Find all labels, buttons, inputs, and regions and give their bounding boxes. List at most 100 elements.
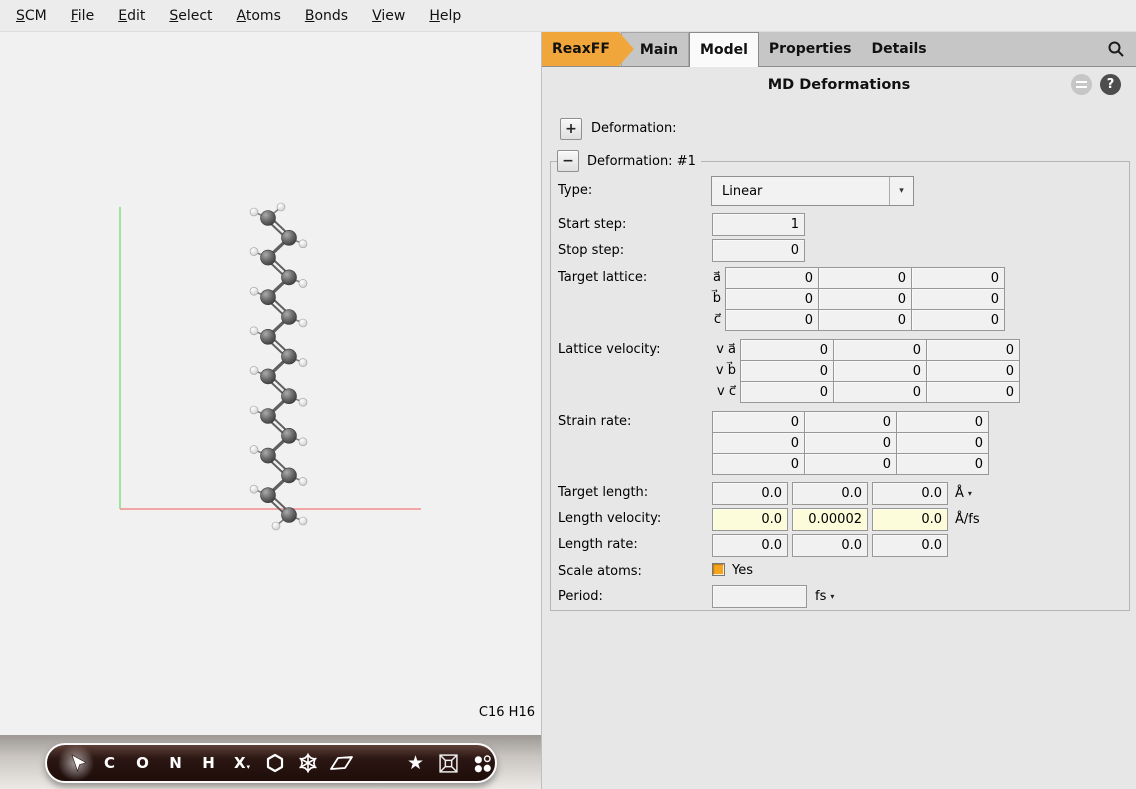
- tab-model[interactable]: Model: [689, 32, 759, 67]
- lattice-velocity-a1-input[interactable]: [740, 339, 834, 361]
- menu-select[interactable]: Select: [163, 6, 218, 26]
- target-length-label: Target length:: [558, 482, 648, 504]
- molecule-formula: C16 H16: [479, 705, 535, 720]
- help-button[interactable]: ?: [1100, 74, 1121, 95]
- crystal-tool[interactable]: [291, 748, 324, 778]
- deformation-group: − Deformation: #1 Type: Linear ▾ Start s…: [550, 161, 1130, 611]
- menu-scm[interactable]: SCM: [10, 6, 53, 26]
- period-unit-dropdown[interactable]: fs ▾: [815, 585, 834, 608]
- menu-file[interactable]: File: [65, 6, 100, 26]
- strain-rate-label: Strain rate:: [558, 411, 631, 433]
- target-lattice-b2-input[interactable]: [818, 288, 912, 310]
- panel-menu-button[interactable]: [1071, 74, 1092, 95]
- target-length-unit: Å: [955, 482, 964, 505]
- target-lattice-b1-input[interactable]: [725, 288, 819, 310]
- menu-view[interactable]: View: [366, 6, 411, 26]
- search-icon: [1107, 40, 1125, 58]
- lattice-velocity-c3-input[interactable]: [926, 381, 1020, 403]
- dropdown-arrow-icon: ▾: [968, 482, 972, 505]
- hexagon-icon: [264, 752, 286, 774]
- search-button[interactable]: [1095, 32, 1136, 66]
- vector-a-label: a⃗: [701, 267, 721, 289]
- lattice-velocity-b1-input[interactable]: [740, 360, 834, 382]
- period-unit: fs: [815, 585, 826, 608]
- strain-rate-31-input[interactable]: [712, 453, 805, 475]
- length-rate-3-input[interactable]: [872, 534, 948, 557]
- star-tool[interactable]: ★: [399, 748, 432, 778]
- target-lattice-c2-input[interactable]: [818, 309, 912, 331]
- length-rate-1-input[interactable]: [712, 534, 788, 557]
- lattice-velocity-b3-input[interactable]: [926, 360, 1020, 382]
- element-x-tool[interactable]: X▾: [225, 748, 258, 778]
- scale-atoms-checkbox[interactable]: [712, 563, 725, 576]
- app-window: SCM File Edit Select Atoms Bonds View He…: [0, 0, 1136, 789]
- group-legend: − Deformation: #1: [557, 150, 701, 172]
- velocity-b-label: v b⃗: [697, 360, 736, 382]
- add-deformation-label: Deformation:: [591, 118, 677, 140]
- cell-box-tool[interactable]: [432, 748, 465, 778]
- ring-tool[interactable]: [258, 748, 291, 778]
- molecule-viewport[interactable]: C16 H16: [0, 32, 541, 735]
- type-dropdown[interactable]: Linear ▾: [711, 176, 914, 206]
- target-length-unit-dropdown[interactable]: Å ▾: [955, 482, 972, 505]
- length-velocity-2-input[interactable]: [792, 508, 868, 531]
- length-velocity-1-input[interactable]: [712, 508, 788, 531]
- vector-b-label: b⃗: [701, 288, 721, 310]
- target-lattice-a3-input[interactable]: [911, 267, 1005, 289]
- snowflake-icon: [297, 752, 319, 774]
- length-velocity-label: Length velocity:: [558, 508, 661, 530]
- menu-bonds[interactable]: Bonds: [299, 6, 354, 26]
- target-lattice-c1-input[interactable]: [725, 309, 819, 331]
- target-length-2-input[interactable]: [792, 482, 868, 505]
- target-length-1-input[interactable]: [712, 482, 788, 505]
- collapse-deformation-button[interactable]: −: [557, 150, 579, 172]
- lattice-velocity-a2-input[interactable]: [833, 339, 927, 361]
- plane-tool[interactable]: [324, 748, 357, 778]
- length-velocity-unit-text: Å/fs: [955, 508, 980, 531]
- period-input[interactable]: [712, 585, 807, 608]
- strain-rate-11-input[interactable]: [712, 411, 805, 433]
- start-step-input[interactable]: [712, 213, 805, 236]
- lattice-velocity-c2-input[interactable]: [833, 381, 927, 403]
- length-velocity-3-input[interactable]: [872, 508, 948, 531]
- target-lattice-a2-input[interactable]: [818, 267, 912, 289]
- lattice-velocity-c1-input[interactable]: [740, 381, 834, 403]
- tab-reaxff[interactable]: ReaxFF: [542, 32, 634, 66]
- strain-rate-13-input[interactable]: [896, 411, 989, 433]
- element-o-tool[interactable]: O: [126, 748, 159, 778]
- target-lattice-c3-input[interactable]: [911, 309, 1005, 331]
- velocity-c-label: v c⃗: [697, 381, 736, 403]
- element-c-tool[interactable]: C: [93, 748, 126, 778]
- velocity-a-label: v a⃗: [697, 339, 736, 361]
- menu-help[interactable]: Help: [423, 6, 467, 26]
- strain-rate-22-input[interactable]: [804, 432, 897, 454]
- target-lattice-b3-input[interactable]: [911, 288, 1005, 310]
- tab-details[interactable]: Details: [861, 32, 936, 66]
- target-lattice-a1-input[interactable]: [725, 267, 819, 289]
- start-step-label: Start step:: [558, 214, 626, 236]
- tab-properties[interactable]: Properties: [759, 32, 862, 66]
- lattice-velocity-a3-input[interactable]: [926, 339, 1020, 361]
- add-deformation-button[interactable]: +: [560, 118, 582, 140]
- strain-rate-23-input[interactable]: [896, 432, 989, 454]
- render-style-tool[interactable]: [465, 748, 498, 778]
- stop-step-input[interactable]: [712, 239, 805, 262]
- menu-edit[interactable]: Edit: [112, 6, 151, 26]
- menu-atoms[interactable]: Atoms: [231, 6, 287, 26]
- page-title: MD Deformations: [542, 77, 1136, 93]
- tool-strip: C O N H X▾: [0, 735, 541, 789]
- element-h-tool[interactable]: H: [192, 748, 225, 778]
- box-frame-icon: [438, 753, 459, 774]
- pointer-tool[interactable]: [60, 748, 93, 778]
- length-rate-label: Length rate:: [558, 534, 638, 556]
- element-n-tool[interactable]: N: [159, 748, 192, 778]
- molecule-canvas: [0, 32, 541, 735]
- length-velocity-unit: Å/fs: [955, 508, 980, 531]
- strain-rate-21-input[interactable]: [712, 432, 805, 454]
- strain-rate-32-input[interactable]: [804, 453, 897, 475]
- strain-rate-12-input[interactable]: [804, 411, 897, 433]
- lattice-velocity-b2-input[interactable]: [833, 360, 927, 382]
- target-length-3-input[interactable]: [872, 482, 948, 505]
- strain-rate-33-input[interactable]: [896, 453, 989, 475]
- length-rate-2-input[interactable]: [792, 534, 868, 557]
